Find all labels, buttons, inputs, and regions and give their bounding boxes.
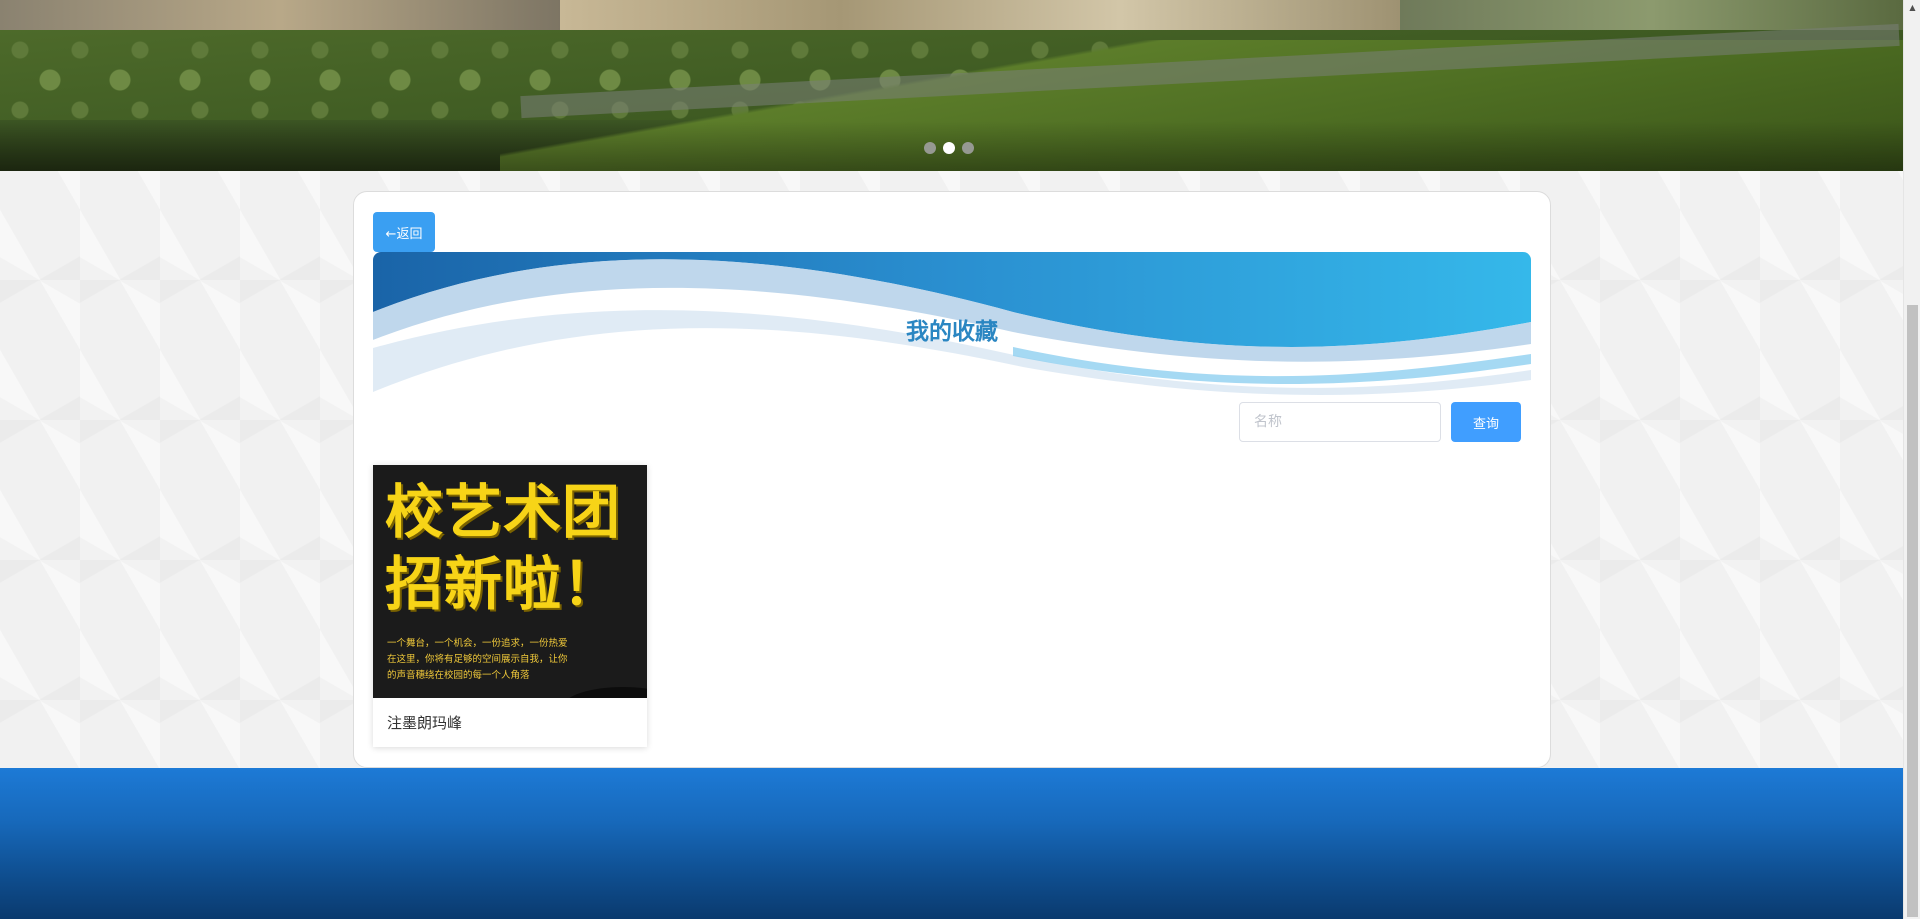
carousel-dot-2[interactable] [943,142,955,154]
poster-text: 的声音穗绕在校园的每一个人角落 [387,670,530,681]
page-header-banner: 我的收藏 [373,252,1531,402]
page-title: 我的收藏 [906,319,998,345]
search-input[interactable] [1239,402,1441,442]
page-scrollbar[interactable]: ▲ [1903,0,1920,919]
banner-building [560,0,1400,30]
favorite-card[interactable]: 校艺术团 招新啦！ 一个舞台，一个机会，一份追求，一份热爱 在这里，你将有足够的… [373,465,647,747]
carousel-indicators [924,142,974,154]
poster-headline: 校艺术团 [385,478,622,546]
footer [0,768,1903,919]
banner-carousel [0,0,1903,171]
carousel-dot-1[interactable] [924,142,936,154]
scroll-up-icon[interactable]: ▲ [1904,0,1920,14]
carousel-dot-3[interactable] [962,142,974,154]
poster-text: 在这里，你将有足够的空间展示自我，让你 [387,654,568,665]
back-button[interactable]: ←返回 [373,212,435,252]
search-button[interactable]: 查询 [1451,402,1521,442]
scrollbar-thumb[interactable] [1907,305,1918,917]
favorite-title[interactable]: 注墨朗玛峰 [387,712,462,733]
poster-text: 一个舞台，一个机会，一份追求，一份热爱 [387,638,568,649]
banner-building [0,0,560,30]
banner-building [1400,0,1903,30]
poster-headline: 招新啦！ [385,550,622,618]
poster-decoration [563,687,647,698]
favorite-poster: 校艺术团 招新啦！ 一个舞台，一个机会，一份追求，一份热爱 在这里，你将有足够的… [373,465,647,698]
